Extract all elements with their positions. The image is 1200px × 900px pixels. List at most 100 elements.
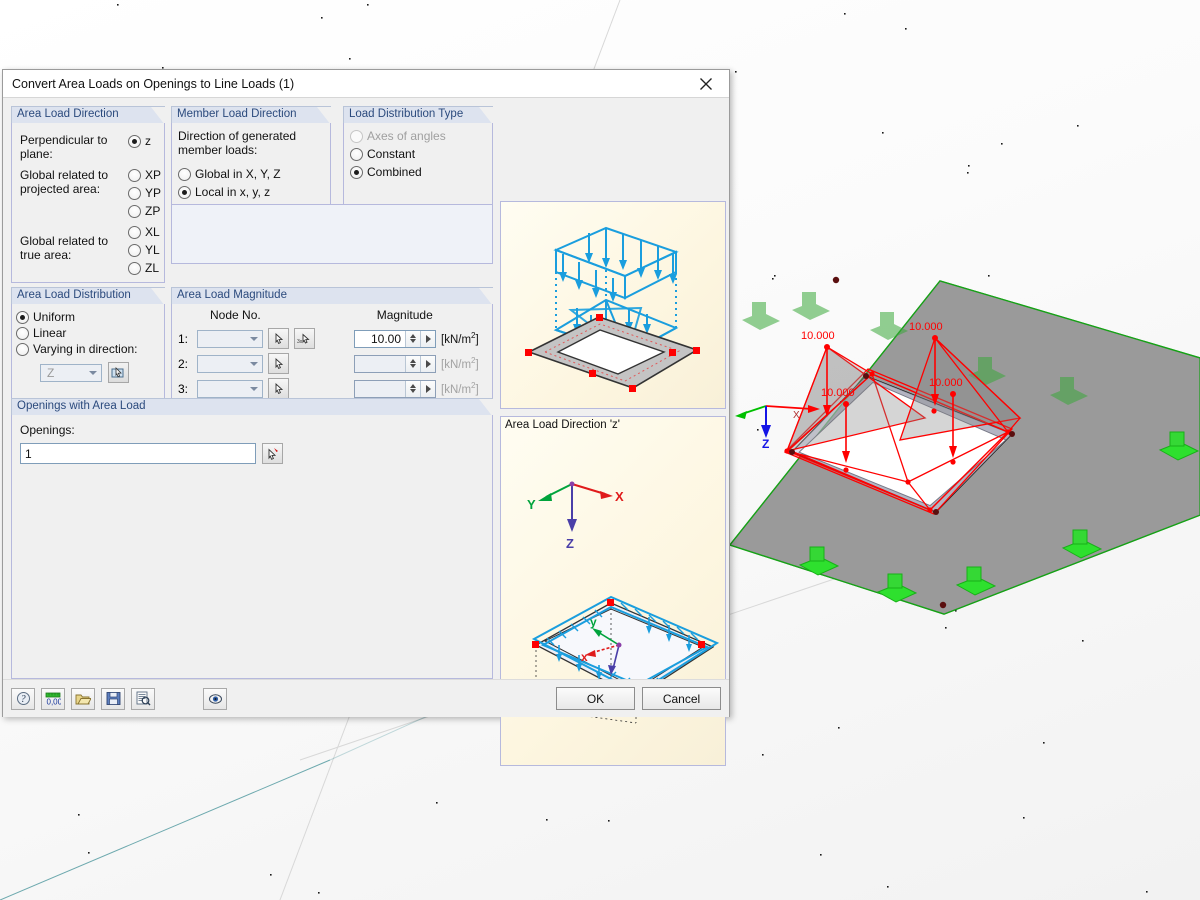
radio-zl[interactable]: ZL [128,261,159,275]
preview-axis-label-z: Z [566,536,574,551]
chevron-down-icon [89,371,97,375]
openings-input[interactable]: 1 [20,443,256,464]
radio-label: XL [145,225,160,239]
radio-label: Local in x, y, z [195,185,270,199]
radio-indicator[interactable] [128,226,141,239]
radio-label: XP [145,168,161,182]
radio-zp[interactable]: ZP [128,204,160,218]
pick-opening-icon[interactable] [262,443,283,464]
radio-indicator[interactable] [350,148,363,161]
member-load-direction-group: Member Load Direction Direction of gener… [171,106,331,211]
area-load-distribution-group: Area Load Distribution Uniform Linear Va… [11,287,165,401]
radio-indicator[interactable] [128,205,141,218]
radio-label: ZL [145,261,159,275]
cancel-button[interactable]: Cancel [642,687,721,710]
radio-yl[interactable]: YL [128,243,160,257]
node-no-select-2[interactable] [197,355,263,373]
label-global-projected-area: Global related to projected area: [20,168,120,196]
magnitude-input-3[interactable] [354,380,436,398]
units-ruler-icon[interactable]: 0,00 [41,688,65,710]
folder-open-icon[interactable] [71,688,95,710]
radio-indicator[interactable] [128,169,141,182]
radio-indicator[interactable] [128,187,141,200]
spinner-up-down[interactable] [405,331,420,347]
radio-indicator[interactable] [16,327,29,340]
pick-node-icon[interactable] [268,328,289,349]
area-load-direction-group: Area Load Direction Perpendicular to pla… [11,106,165,283]
load-label: 10.000 [929,377,963,389]
radio-indicator[interactable] [350,166,363,179]
pick-node-icon[interactable] [268,353,289,374]
load-distribution-type-group: Load Distribution Type Axes of angles Co… [343,106,493,211]
magnitude-input-1[interactable]: 10.00 [354,330,436,348]
spinner-up-down[interactable] [405,381,420,397]
radio-indicator[interactable] [16,311,29,324]
close-icon[interactable] [685,71,727,97]
svg-text:0,00: 0,00 [47,698,62,707]
radio-xp[interactable]: XP [128,168,161,182]
floppy-disk-icon[interactable] [101,688,125,710]
group-header: Area Load Distribution [11,287,165,304]
radio-local-xyz[interactable]: Local in x, y, z [178,185,324,199]
radio-axes-of-angles[interactable]: Axes of angles [350,129,486,143]
radio-global-xyz[interactable]: Global in X, Y, Z [178,167,324,181]
dialog-title: Convert Area Loads on Openings to Line L… [12,77,294,91]
member-load-filler-panel [171,204,493,264]
openings-with-area-load-group: Openings with Area Load Openings: 1 [11,398,493,679]
radio-label: Constant [367,147,415,161]
more-options-icon[interactable] [420,381,435,397]
row-index: 1: [178,332,192,346]
more-options-icon[interactable] [420,331,435,347]
eye-icon[interactable] [203,688,227,710]
node-no-select-3[interactable] [197,380,263,398]
preview-divider [500,411,726,414]
radio-indicator[interactable] [128,262,141,275]
group-header: Area Load Direction [11,106,165,123]
pick-node-icon[interactable] [268,378,289,399]
unit-label: [kN/m2] [441,356,479,371]
row-index: 2: [178,357,192,371]
spinner-up-down[interactable] [405,356,420,372]
svg-text:3x: 3x [297,339,303,345]
group-header: Area Load Magnitude [171,287,493,304]
document-magnifier-icon[interactable] [131,688,155,710]
dialog-title-bar[interactable]: Convert Area Loads on Openings to Line L… [3,70,729,98]
more-options-icon[interactable] [420,356,435,372]
preview-axis-triad: X Y Z [527,482,624,552]
radio-indicator[interactable] [178,168,191,181]
node-no-select-1[interactable] [197,330,263,348]
magnitude-value [355,356,405,372]
radio-label: Uniform [33,310,75,324]
chevron-down-icon [250,387,258,391]
radio-indicator[interactable] [178,186,191,199]
radio-z[interactable]: z [128,134,151,148]
radio-uniform[interactable]: Uniform [16,310,158,324]
preview-axis-label-x: X [615,489,624,504]
varying-direction-value: Z [41,366,54,380]
pick-direction-icon[interactable] [108,362,129,383]
group-header: Load Distribution Type [343,106,493,123]
radio-indicator[interactable] [350,130,363,143]
radio-constant[interactable]: Constant [350,147,486,161]
varying-direction-select[interactable]: Z [40,364,102,382]
radio-combined[interactable]: Combined [350,165,486,179]
radio-linear[interactable]: Linear [16,326,158,340]
question-mark-icon[interactable]: ? [11,688,35,710]
radio-xl[interactable]: XL [128,225,160,239]
radio-indicator[interactable] [128,244,141,257]
radio-indicator[interactable] [16,343,29,356]
radio-indicator[interactable] [128,135,141,148]
magnitude-input-2[interactable] [354,355,436,373]
pick-3-nodes-icon[interactable]: 3x [294,328,315,349]
unit-label: [kN/m2] [441,331,479,346]
unit-label: [kN/m2] [441,381,479,396]
area-load-magnitude-group: Area Load Magnitude Node No. Magnitude 1… [171,287,493,401]
radio-label: ZP [145,204,160,218]
axis-label-z: Z [762,437,769,451]
radio-label: Global in X, Y, Z [195,167,281,181]
preview-axis-label-y: Y [527,497,536,512]
radio-label: YP [145,186,161,200]
ok-button[interactable]: OK [556,687,635,710]
radio-varying-in-direction[interactable]: Varying in direction: [16,342,158,356]
radio-yp[interactable]: YP [128,186,161,200]
